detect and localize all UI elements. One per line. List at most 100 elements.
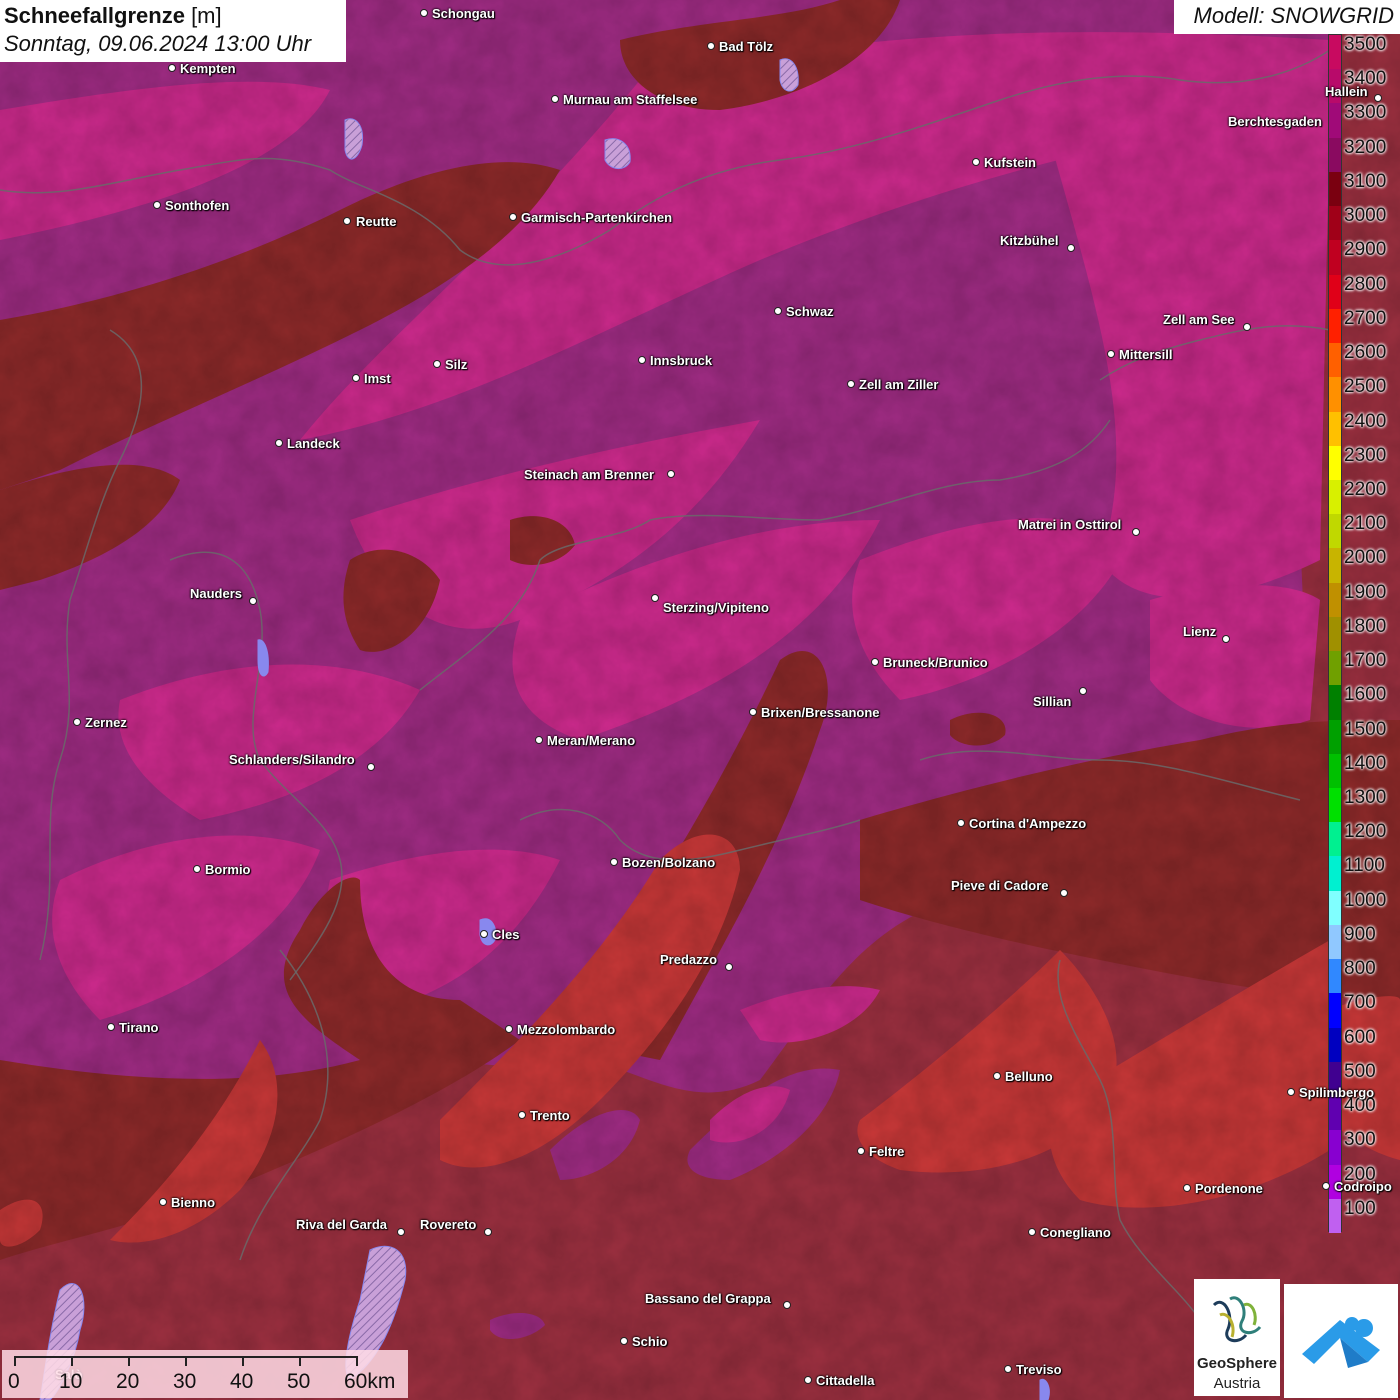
city-marker — [551, 95, 559, 103]
city-marker — [1060, 889, 1068, 897]
city-marker — [1132, 528, 1140, 536]
city-marker — [107, 1023, 115, 1031]
city-label: Mittersill — [1119, 347, 1173, 362]
city-marker — [1322, 1182, 1330, 1190]
scale-label: 30 — [173, 1370, 197, 1393]
city-label: Bormio — [205, 862, 251, 877]
city-marker — [73, 718, 81, 726]
legend-value-label: 3000 — [1344, 205, 1387, 227]
city-label: Nauders — [190, 586, 243, 601]
city-label: Zell am Ziller — [859, 377, 939, 392]
title-panel: Schneefallgrenze [m] Sonntag, 09.06.2024… — [0, 0, 346, 62]
scale-label: 0 — [8, 1370, 20, 1393]
city-label: Zell am See — [1163, 312, 1235, 327]
scale-label: 60km — [344, 1370, 396, 1393]
legend-value-label: 1000 — [1344, 889, 1387, 911]
city-label: Rovereto — [420, 1217, 477, 1232]
city-marker — [972, 158, 980, 166]
city-label: Treviso — [1016, 1362, 1062, 1377]
city-label: Lienz — [1183, 624, 1217, 639]
legend-value-label: 2600 — [1344, 342, 1387, 364]
city-label: Bienno — [171, 1195, 216, 1210]
city-marker — [847, 380, 855, 388]
city-label: Reutte — [356, 214, 397, 229]
geosphere-logo-icon — [1212, 1296, 1262, 1343]
geosphere-logo-country: Austria — [1213, 1375, 1261, 1392]
scale-label: 40 — [230, 1370, 254, 1393]
legend-value-label: 700 — [1344, 992, 1376, 1014]
city-marker — [153, 201, 161, 209]
legend-value-label: 1800 — [1344, 615, 1387, 637]
city-marker — [1079, 687, 1087, 695]
city-marker — [1004, 1365, 1012, 1373]
city-label: Garmisch-Partenkirchen — [521, 210, 673, 225]
city-label: Innsbruck — [650, 353, 713, 368]
city-marker — [1222, 635, 1230, 643]
city-label: Feltre — [869, 1144, 905, 1159]
city-label: Cles — [492, 927, 520, 942]
city-marker — [535, 736, 543, 744]
scale-tick — [71, 1356, 73, 1366]
city-marker — [367, 763, 375, 771]
legend-value-label: 1900 — [1344, 581, 1387, 603]
scale-tick — [356, 1356, 358, 1366]
city-marker — [509, 213, 517, 221]
city-marker — [433, 360, 441, 368]
map-view[interactable]: Schneefallgrenze [m] Sonntag, 09.06.2024… — [0, 0, 1400, 1400]
city-marker — [1243, 323, 1251, 331]
city-marker — [620, 1337, 628, 1345]
city-marker — [610, 858, 618, 866]
city-label: Landeck — [287, 436, 340, 451]
city-label: Predazzo — [660, 952, 718, 967]
city-label: Riva del Garda — [296, 1217, 388, 1232]
city-marker — [1028, 1228, 1036, 1236]
legend-value-label: 3500 — [1344, 34, 1387, 55]
legend-value-label: 2500 — [1344, 376, 1387, 398]
city-marker — [275, 439, 283, 447]
city-marker — [1067, 244, 1075, 252]
city-label: Bassano del Grappa — [645, 1291, 771, 1306]
legend-value-label: 900 — [1344, 923, 1376, 945]
city-label: Matrei in Osttirol — [1018, 517, 1122, 532]
city-marker — [420, 9, 428, 17]
legend-value-label: 1300 — [1344, 787, 1387, 809]
city-marker — [725, 963, 733, 971]
city-label: Schongau — [432, 6, 495, 21]
legend-value-label: 2400 — [1344, 410, 1387, 432]
city-marker — [774, 307, 782, 315]
legend-value-label: 3200 — [1344, 136, 1387, 158]
city-label: Schlanders/Silandro — [229, 752, 355, 767]
legend-value-label: 300 — [1344, 1129, 1376, 1151]
city-label: Kempten — [180, 61, 236, 76]
scale-tick — [242, 1356, 244, 1366]
city-label: Meran/Merano — [547, 733, 636, 748]
city-label: Bozen/Bolzano — [622, 855, 716, 870]
city-marker — [707, 42, 715, 50]
city-label: Mezzolombardo — [517, 1022, 616, 1037]
city-label: Bad Tölz — [719, 39, 774, 54]
city-marker — [993, 1072, 1001, 1080]
snow-app-logo[interactable] — [1284, 1284, 1398, 1398]
city-marker — [518, 1111, 526, 1119]
legend-value-label: 1500 — [1344, 718, 1387, 740]
city-marker — [193, 865, 201, 873]
city-marker — [249, 597, 257, 605]
city-label: Schio — [632, 1334, 668, 1349]
city-label: Silz — [445, 357, 468, 372]
scale-tick — [128, 1356, 130, 1366]
model-label: Modell: SNOWGRID — [1174, 0, 1400, 34]
scale-label: 10 — [59, 1370, 83, 1393]
city-marker — [857, 1147, 865, 1155]
city-marker — [638, 356, 646, 364]
city-label: Cittadella — [816, 1373, 875, 1388]
city-label: Spilimbergo — [1299, 1085, 1375, 1100]
city-marker — [749, 708, 757, 716]
city-label: Belluno — [1005, 1069, 1053, 1084]
legend-value-label: 1700 — [1344, 650, 1387, 672]
city-marker — [871, 658, 879, 666]
legend-value-label: 2000 — [1344, 547, 1387, 569]
city-label: Conegliano — [1040, 1225, 1111, 1240]
city-label: Murnau am Staffelsee — [563, 92, 698, 107]
legend-value-label: 3100 — [1344, 170, 1387, 192]
geosphere-logo[interactable]: GeoSphere Austria — [1194, 1279, 1280, 1396]
